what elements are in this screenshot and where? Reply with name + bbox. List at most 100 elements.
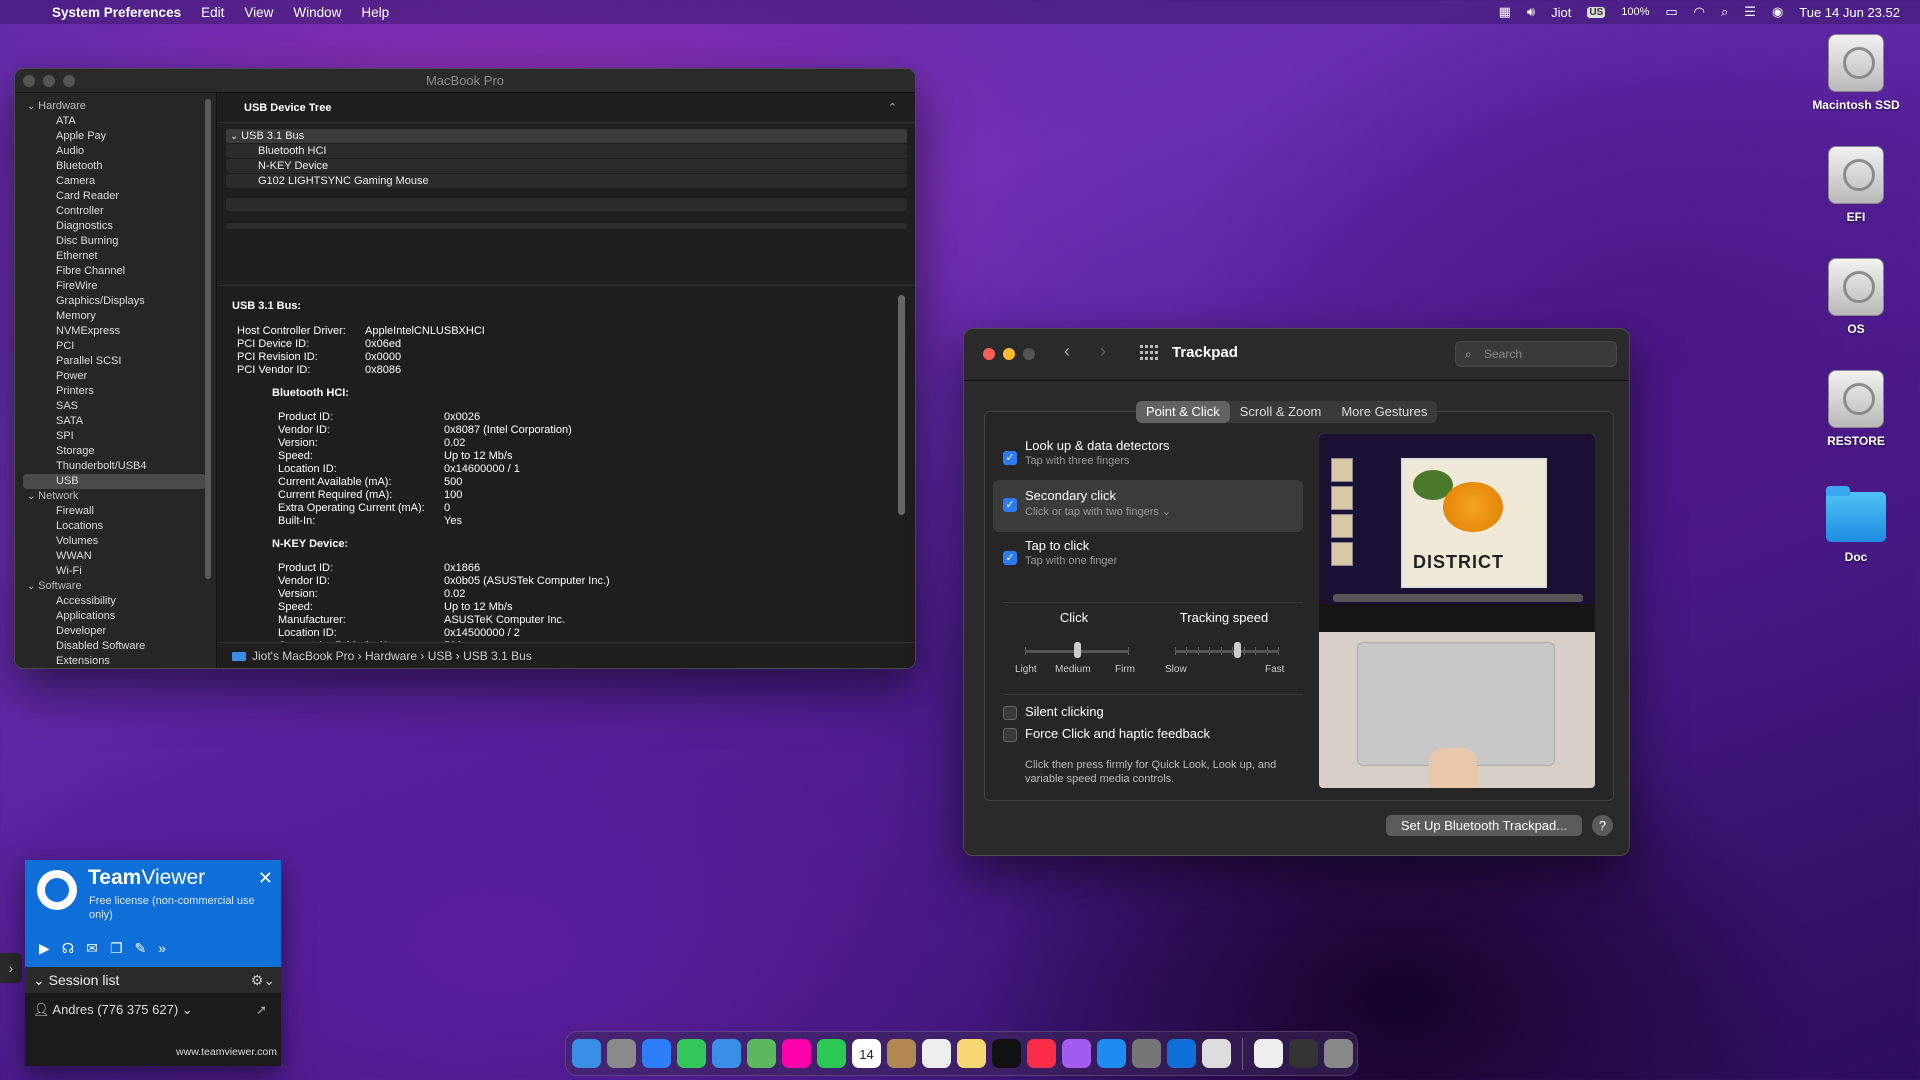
dock-app-app-store-icon[interactable] — [1097, 1039, 1126, 1068]
window-titlebar[interactable]: MacBook Pro — [15, 69, 915, 93]
control-center-icon[interactable]: ☰ — [1744, 4, 1756, 20]
slider-track[interactable] — [1175, 650, 1279, 653]
sidebar-category[interactable]: Network — [15, 489, 216, 504]
menu-help[interactable]: Help — [351, 5, 399, 20]
sidebar-category[interactable]: Software — [15, 579, 216, 594]
close-button[interactable] — [23, 75, 35, 87]
minimize-button[interactable] — [1003, 348, 1015, 360]
dock-app-music-icon[interactable] — [1027, 1039, 1056, 1068]
option-silent-clicking[interactable]: Silent clicking — [1003, 704, 1313, 724]
menu-window[interactable]: Window — [283, 5, 351, 20]
dock-app-trash-icon[interactable] — [1324, 1039, 1353, 1068]
dock-app-finder-icon[interactable] — [572, 1039, 601, 1068]
dock-app-podcasts-icon[interactable] — [1062, 1039, 1091, 1068]
tab-more-gestures[interactable]: More Gestures — [1331, 401, 1437, 423]
battery-icon[interactable]: ▭ — [1665, 4, 1677, 20]
app-menu[interactable]: System Preferences — [52, 5, 191, 20]
collapse-chevron-icon[interactable]: ⌃ — [888, 93, 897, 123]
sidebar-category[interactable]: Hardware — [15, 99, 216, 114]
zoom-button[interactable] — [63, 75, 75, 87]
menu-edit[interactable]: Edit — [191, 5, 234, 20]
sidebar-item[interactable]: Disabled Software — [15, 639, 216, 654]
sidebar-item[interactable]: Wi-Fi — [15, 564, 216, 579]
path-segment[interactable]: Jiot's MacBook Pro — [252, 649, 354, 663]
headset-icon[interactable]: ☊ — [62, 940, 74, 957]
close-icon[interactable]: ✕ — [258, 868, 273, 889]
option-secondary-click[interactable]: ✓ Secondary click Click or tap with two fi… — [993, 480, 1303, 532]
video-call-icon[interactable]: ▶ — [39, 940, 50, 957]
spotlight-search-icon[interactable]: ⌕ — [1721, 4, 1728, 20]
dock-app-calendar-icon[interactable]: 14 — [852, 1039, 881, 1068]
sidebar-item[interactable]: WWAN — [15, 549, 216, 564]
sidebar-item[interactable]: Thunderbolt/USB4 — [15, 459, 216, 474]
wifi-icon[interactable]: ◠ — [1694, 4, 1705, 20]
sidebar-item[interactable]: Memory — [15, 309, 216, 324]
tree-row-device[interactable]: Bluetooth HCI — [226, 144, 907, 158]
user-name[interactable]: Jiot — [1551, 5, 1571, 20]
sidebar-item[interactable]: ATA — [15, 114, 216, 129]
menu-view[interactable]: View — [234, 5, 283, 20]
sidebar-item[interactable]: Bluetooth — [15, 159, 216, 174]
sidebar-item[interactable]: SAS — [15, 399, 216, 414]
input-source[interactable]: US — [1587, 6, 1606, 18]
zoom-button[interactable] — [1023, 348, 1035, 360]
option-force-click[interactable]: Force Click and haptic feedback — [1003, 726, 1313, 746]
dock-app-facetime-icon[interactable] — [817, 1039, 846, 1068]
slider-knob[interactable] — [1234, 642, 1242, 658]
dock-app-preview-icon[interactable] — [1202, 1039, 1231, 1068]
dock-app-documents-icon[interactable] — [1254, 1039, 1283, 1068]
close-button[interactable] — [983, 348, 995, 360]
sidebar-item[interactable]: Fibre Channel — [15, 264, 216, 279]
sidebar-item[interactable]: Accessibility — [15, 594, 216, 609]
dock-app-safari-icon[interactable] — [642, 1039, 671, 1068]
checkbox-checked-icon[interactable]: ✓ — [1003, 451, 1017, 465]
dock-app-screen-icon[interactable] — [1289, 1039, 1318, 1068]
sidebar-item[interactable]: Locations — [15, 519, 216, 534]
dock-app-messages-icon[interactable] — [677, 1039, 706, 1068]
siri-icon[interactable]: ◉ — [1772, 4, 1783, 20]
sidebar-item[interactable]: FireWire — [15, 279, 216, 294]
path-segment[interactable]: Hardware — [365, 649, 417, 663]
option-lookup[interactable]: ✓ Look up & data detectors Tap with three … — [1003, 438, 1313, 486]
session-contact[interactable]: 👤︎ Andres (776 375 627) ⌄ — [33, 1002, 193, 1018]
chat-icon[interactable]: ✉ — [86, 940, 98, 957]
sidebar-item[interactable]: Camera — [15, 174, 216, 189]
sidebar-item[interactable]: Power — [15, 369, 216, 384]
tree-row-device[interactable]: N-KEY Device — [226, 159, 907, 173]
desktop-disk-efi[interactable]: EFI — [1786, 146, 1920, 224]
desktop-disk-macintosh-ssd[interactable]: Macintosh SSD — [1786, 34, 1920, 112]
clock[interactable]: Tue 14 Jun 23.52 — [1799, 5, 1900, 20]
window-toolbar[interactable]: ‹ › Trackpad ⌕ Search — [964, 329, 1629, 381]
desktop-folder-doc[interactable]: Doc — [1786, 486, 1920, 564]
tools-icon[interactable]: ✎ — [135, 940, 147, 957]
sidebar-item[interactable]: Audio — [15, 144, 216, 159]
sidebar-item[interactable]: Apple Pay — [15, 129, 216, 144]
tab-point-click[interactable]: Point & Click — [1136, 401, 1230, 423]
checkbox-unchecked-icon[interactable] — [1003, 706, 1017, 720]
checkbox-checked-icon[interactable]: ✓ — [1003, 551, 1017, 565]
cursor-icon[interactable]: ➚ — [256, 1002, 267, 1018]
dock-app-maps-icon[interactable] — [747, 1039, 776, 1068]
desktop-disk-os[interactable]: OS — [1786, 258, 1920, 336]
minimize-button[interactable] — [43, 75, 55, 87]
sidebar-item[interactable]: Applications — [15, 609, 216, 624]
teamviewer-expand-tab[interactable]: › — [0, 953, 22, 983]
sidebar-item[interactable]: NVMExpress — [15, 324, 216, 339]
sidebar-item[interactable]: Card Reader — [15, 189, 216, 204]
dock-app-reminders-icon[interactable] — [922, 1039, 951, 1068]
path-segment[interactable]: USB 3.1 Bus — [463, 649, 532, 663]
sidebar-item[interactable]: Disc Burning — [15, 234, 216, 249]
sidebar-item[interactable]: Developer — [15, 624, 216, 639]
search-field[interactable]: ⌕ Search — [1455, 341, 1617, 367]
gear-icon[interactable]: ⚙⌄ — [251, 967, 275, 993]
slider-knob[interactable] — [1074, 642, 1081, 658]
checkbox-checked-icon[interactable]: ✓ — [1003, 498, 1017, 512]
tab-scroll-zoom[interactable]: Scroll & Zoom — [1230, 401, 1332, 423]
teamviewer-url[interactable]: www.teamviewer.com — [176, 1046, 277, 1058]
sidebar-item[interactable]: Firewall — [15, 504, 216, 519]
dock-app-tv-icon[interactable] — [992, 1039, 1021, 1068]
setup-bluetooth-trackpad-button[interactable]: Set Up Bluetooth Trackpad... — [1386, 815, 1582, 836]
back-arrow-icon[interactable]: ‹ — [1064, 341, 1070, 362]
path-segment[interactable]: USB — [428, 649, 453, 663]
tracking-speed-slider[interactable]: Tracking speed Slow Fast — [1159, 610, 1289, 680]
